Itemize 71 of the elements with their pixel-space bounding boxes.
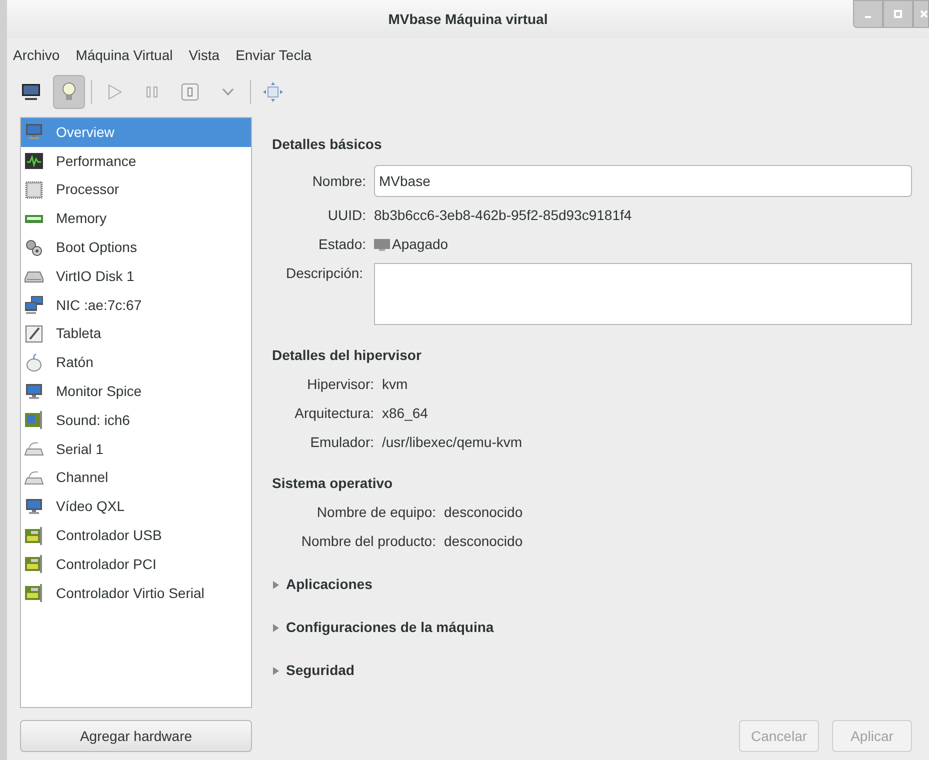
maximize-icon bbox=[894, 10, 902, 18]
expansion-card-icon bbox=[24, 526, 44, 546]
monitor-icon bbox=[20, 81, 42, 103]
tablet-icon bbox=[24, 324, 44, 344]
chevron-down-icon bbox=[222, 88, 234, 96]
sidebar-item[interactable]: Boot Options bbox=[21, 233, 251, 262]
field-label: Descripción: bbox=[286, 264, 364, 283]
sidebar-item[interactable]: Memory bbox=[21, 204, 251, 234]
chip-icon bbox=[24, 180, 44, 200]
fullscreen-icon bbox=[262, 81, 284, 103]
menu-item[interactable]: Archivo bbox=[13, 44, 60, 66]
expander[interactable]: Seguridad bbox=[272, 660, 912, 681]
uuid-value: 8b3b6cc6-3eb8-462b-95f2-85d93c9181f4 bbox=[374, 206, 632, 225]
sidebar-item[interactable]: Channel bbox=[21, 464, 251, 492]
menu-item[interactable]: Enviar Tecla bbox=[236, 44, 312, 66]
sidebar-item[interactable]: NIC :ae:7c:67 bbox=[21, 290, 251, 320]
field-value: /usr/libexec/qemu-kvm bbox=[382, 433, 522, 452]
field-value: desconocido bbox=[444, 532, 523, 551]
expansion-card-icon bbox=[24, 554, 44, 574]
sidebar-item[interactable]: Sound: ich6 bbox=[21, 406, 251, 435]
field-label: Nombre de equipo: bbox=[316, 503, 436, 522]
sidebar-item[interactable]: Processor bbox=[21, 176, 251, 204]
minimize-button[interactable] bbox=[853, 0, 883, 28]
gears-icon bbox=[24, 238, 44, 258]
field-label: Arquitectura: bbox=[294, 404, 374, 423]
field-label: Nombre del producto: bbox=[300, 532, 436, 551]
section-heading: Detalles del hipervisor bbox=[272, 346, 422, 365]
window-title: MVbase Máquina virtual bbox=[388, 10, 548, 29]
caret-right-icon bbox=[272, 580, 280, 590]
monitor-icon bbox=[24, 382, 44, 402]
sidebar-item[interactable]: Monitor Spice bbox=[21, 377, 251, 406]
monitor-icon bbox=[374, 238, 390, 252]
maximize-button[interactable] bbox=[883, 0, 913, 28]
caret-right-icon bbox=[272, 666, 280, 676]
graph-icon bbox=[24, 151, 44, 172]
add-hardware-button[interactable]: Agregar hardware bbox=[20, 720, 252, 752]
field-label: Hipervisor: bbox=[306, 375, 374, 394]
sidebar-item[interactable]: Controlador USB bbox=[21, 521, 251, 550]
caret-right-icon bbox=[272, 622, 280, 632]
field-value: desconocido bbox=[444, 503, 523, 522]
sidebar-item[interactable]: Tableta bbox=[21, 320, 251, 348]
expansion-card-icon bbox=[24, 583, 44, 604]
sidebar-item[interactable]: VirtIO Disk 1 bbox=[21, 262, 251, 291]
close-icon bbox=[920, 10, 928, 18]
section-heading: Detalles básicos bbox=[272, 135, 383, 154]
field-value: x86_64 bbox=[382, 404, 428, 423]
name-field[interactable]: MVbase bbox=[374, 165, 912, 197]
monitor-icon bbox=[24, 496, 44, 517]
field-label: UUID: bbox=[326, 206, 366, 225]
sidebar-item[interactable]: Controlador PCI bbox=[21, 550, 251, 579]
field-label: Nombre: bbox=[311, 172, 366, 190]
sidebar-item[interactable]: Controlador Virtio Serial bbox=[21, 578, 251, 608]
sidebar-item[interactable]: Ratón bbox=[21, 348, 251, 378]
mouse-icon bbox=[24, 352, 44, 373]
close-button[interactable] bbox=[913, 0, 929, 28]
stop-icon bbox=[179, 81, 201, 103]
section-heading: Sistema operativo bbox=[272, 474, 394, 493]
sidebar-item[interactable]: Vídeo QXL bbox=[21, 492, 251, 522]
sidebar-item[interactable]: Serial 1 bbox=[21, 434, 251, 464]
menu-item[interactable]: Máquina Virtual bbox=[76, 44, 173, 66]
state-value: Apagado bbox=[392, 235, 448, 254]
menu-item[interactable]: Vista bbox=[188, 44, 220, 66]
field-label: Emulador: bbox=[309, 433, 374, 452]
expander[interactable]: Aplicaciones bbox=[272, 574, 912, 595]
expander[interactable]: Configuraciones de la máquina bbox=[272, 617, 912, 638]
description-field[interactable] bbox=[374, 263, 912, 325]
sidebar-item[interactable]: Performance bbox=[21, 146, 251, 176]
field-value: kvm bbox=[382, 375, 408, 394]
network-icon bbox=[24, 295, 44, 316]
sound-card-icon bbox=[24, 410, 44, 430]
field-label: Estado: bbox=[318, 235, 366, 254]
